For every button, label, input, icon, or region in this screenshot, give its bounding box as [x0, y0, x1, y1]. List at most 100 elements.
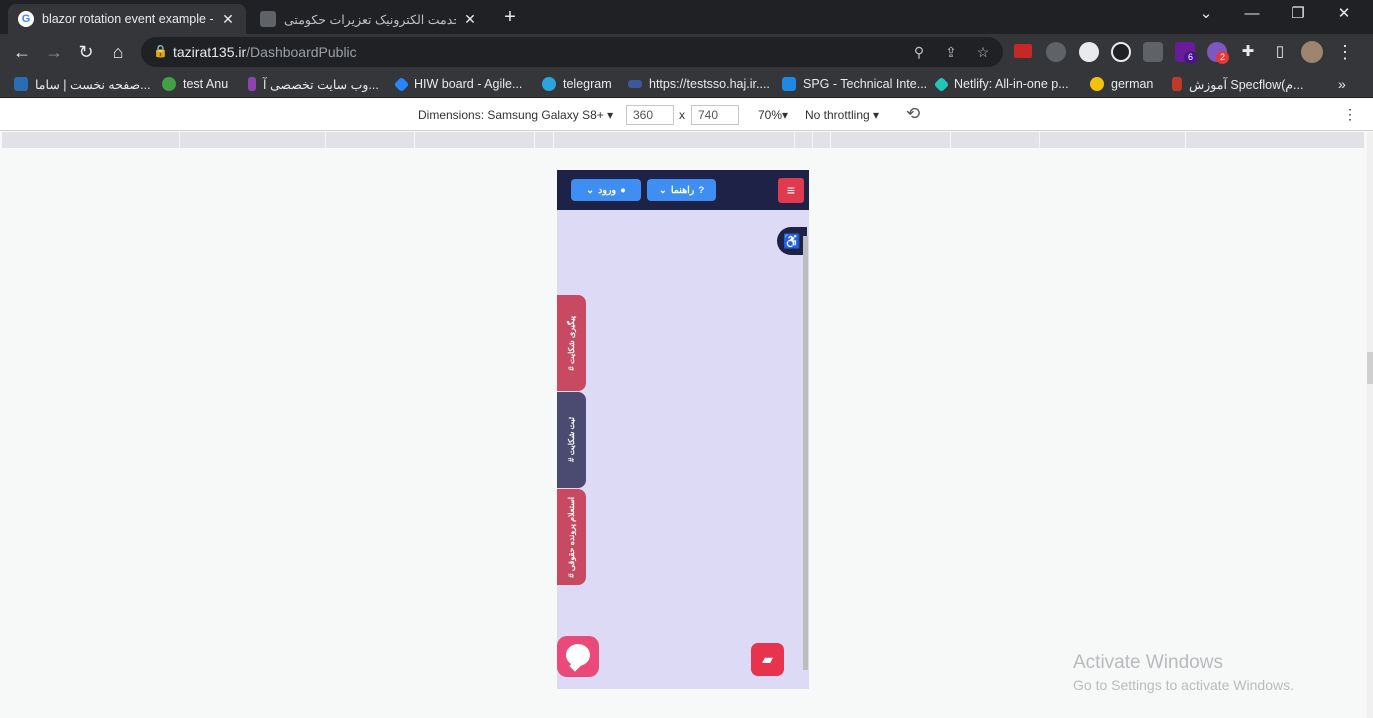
forward-icon[interactable]: → [40, 38, 68, 66]
close-icon[interactable]: ✕ [462, 11, 478, 28]
new-tab-button[interactable]: + [498, 6, 522, 30]
side-tab-complaint-tracking[interactable]: # پیگیری شکایت [557, 295, 586, 391]
watermark-title: Activate Windows [1073, 652, 1223, 673]
page-scrollbar[interactable] [803, 236, 808, 670]
bookmarks-bar: صفحه نخست | ساما... test Anu وب سایت تخص… [0, 70, 1373, 98]
device-toolbar: Dimensions: Samsung Galaxy S8+ ▾ 360 x 7… [0, 99, 1373, 131]
rotate-icon[interactable]: ⟲ [906, 104, 920, 124]
caret-down-icon: ▾ [607, 108, 614, 122]
lock-icon: 🔒 [153, 44, 168, 58]
bookmark-label: german [1111, 77, 1154, 91]
google-icon: G [18, 11, 34, 27]
chevron-down-icon: ⌄ [586, 184, 595, 196]
more-bookmarks-icon[interactable]: » [1338, 75, 1346, 93]
address-bar[interactable]: 🔒 tazirat135.ir/DashboardPublic ⚲ ⇪ ☆ [141, 37, 1003, 67]
chat-bubble-icon[interactable] [557, 636, 599, 677]
share-icon[interactable]: ⇪ [941, 42, 961, 62]
bookmark-test-anu[interactable]: test Anu [162, 75, 228, 93]
zoom-label: 70% [758, 108, 783, 122]
viewport-scrollbar[interactable] [1367, 132, 1373, 718]
puzzle-icon[interactable]: ✚ [1234, 38, 1262, 66]
bookmark-label: Netlify: All-in-one p... [954, 77, 1069, 91]
back-icon[interactable]: ← [8, 38, 36, 66]
jira-icon [393, 76, 410, 92]
login-label: ورود [598, 184, 617, 196]
throttling-select[interactable]: No throttling ▾ [805, 108, 879, 122]
hamburger-menu-button[interactable]: ≡ [778, 178, 804, 203]
bookmark-spg[interactable]: SPG - Technical Inte... [782, 75, 927, 93]
throttling-label: No throttling [805, 108, 870, 122]
sidepanel-icon[interactable]: ▯ [1266, 38, 1294, 66]
height-input[interactable]: 740 [691, 105, 739, 125]
netlify-icon [933, 76, 950, 92]
bookmark-telegram[interactable]: telegram [542, 75, 612, 93]
dark-extension-icon[interactable] [1111, 42, 1131, 62]
times-sign: x [679, 108, 685, 122]
device-viewport: ⌄ ورود ● ⌄ راهنما ? ≡ ♿ # پیگیری شکایت #… [557, 170, 809, 689]
shield-icon[interactable] [1143, 42, 1163, 62]
site-icon [260, 11, 276, 27]
bookmark-hiw-board[interactable]: HIW board - Agile... [393, 75, 523, 93]
message-icon[interactable]: ▰ [751, 643, 784, 676]
gem-extension-icon[interactable]: 6 [1175, 42, 1197, 64]
bookmark-label: telegram [563, 77, 612, 91]
bookmark-testsso[interactable]: https://testsso.haj.ir.... [628, 75, 770, 93]
telegram-icon [542, 77, 556, 91]
site-header: ⌄ ورود ● ⌄ راهنما ? ≡ [557, 170, 809, 210]
tab-title: blazor rotation event example - G [42, 12, 214, 26]
bookmark-netlify[interactable]: Netlify: All-in-one p... [933, 75, 1069, 93]
tab-blazor[interactable]: G blazor rotation event example - G ✕ [8, 4, 246, 34]
bookmark-label: وب سایت تخصصی آ... [263, 77, 379, 92]
specflow-icon [1172, 77, 1182, 91]
extension-badge: 6 [1184, 51, 1197, 64]
question-icon: ? [698, 184, 705, 196]
circle-extension-icon[interactable] [1079, 42, 1099, 62]
side-tab-register-complaint[interactable]: # ثبت شکایت [557, 392, 586, 488]
dimensions-label: Dimensions: Samsung Galaxy S8+ [418, 108, 604, 122]
url-path: /DashboardPublic [246, 44, 357, 60]
bookmark-sama[interactable]: صفحه نخست | ساما... [14, 75, 151, 93]
bookmark-web-site[interactable]: وب سایت تخصصی آ... [248, 75, 379, 93]
minimize-button[interactable]: — [1229, 0, 1275, 30]
menu-dots-icon[interactable]: ⋮ [1331, 38, 1359, 66]
ghost-extension-icon[interactable]: 2 [1207, 42, 1229, 64]
sama-icon [14, 77, 28, 91]
extension-badge: 2 [1216, 51, 1229, 64]
browser-tab-strip: G blazor rotation event example - G ✕ می… [0, 0, 1373, 34]
close-window-button[interactable]: ✕ [1321, 0, 1367, 30]
help-button[interactable]: ⌄ راهنما ? [647, 179, 716, 201]
avatar[interactable] [1301, 41, 1323, 63]
uk-flag-icon[interactable] [1014, 44, 1032, 58]
close-icon[interactable]: ✕ [220, 11, 236, 28]
devtools-menu-icon[interactable]: ⋮ [1343, 106, 1357, 123]
zoom-icon[interactable]: ⚲ [909, 42, 929, 62]
width-input[interactable]: 360 [626, 105, 674, 125]
reload-icon[interactable]: ↻ [72, 38, 100, 66]
dimensions-select[interactable]: Dimensions: Samsung Galaxy S8+ ▾ [418, 108, 613, 122]
side-tab-label: # استعلام پرونده حقوقی [567, 496, 576, 578]
home-icon[interactable]: ⌂ [104, 38, 132, 66]
media-query-ruler[interactable] [2, 132, 1364, 148]
bookmark-label: test Anu [183, 77, 229, 91]
smile-icon [1090, 77, 1104, 91]
tab-search-icon[interactable]: ⌄ [1183, 0, 1229, 30]
bookmark-label: SPG - Technical Inte... [803, 77, 928, 91]
bookmark-german[interactable]: german [1090, 75, 1153, 93]
bookmark-label: HIW board - Agile... [414, 77, 523, 91]
help-label: راهنما [670, 184, 695, 196]
bookmark-label: صفحه نخست | ساما... [35, 77, 151, 92]
bookmark-specflow[interactable]: آموزش Specflow(م... [1172, 75, 1303, 93]
user-icon: ● [620, 184, 626, 196]
bars-icon [248, 77, 256, 91]
cloud-icon[interactable] [1046, 42, 1066, 62]
login-button[interactable]: ⌄ ورود ● [571, 179, 641, 201]
browser-toolbar: ← → ↻ ⌂ 🔒 tazirat135.ir/DashboardPublic … [0, 34, 1373, 70]
tab-tazirat[interactable]: میز خدمت الکترونیک تعزیرات حکومتی ✕ [250, 4, 488, 34]
side-tab-case-inquiry[interactable]: # استعلام پرونده حقوقی [557, 489, 586, 585]
bookmark-label: https://testsso.haj.ir.... [649, 77, 770, 91]
restore-button[interactable]: ❐ [1275, 0, 1321, 30]
zoom-select[interactable]: 70%▾ [758, 108, 788, 122]
windows-activation-watermark: Activate Windows Go to Settings to activ… [1073, 652, 1294, 693]
chevron-down-icon: ⌄ [658, 184, 667, 196]
star-icon[interactable]: ☆ [973, 42, 993, 62]
